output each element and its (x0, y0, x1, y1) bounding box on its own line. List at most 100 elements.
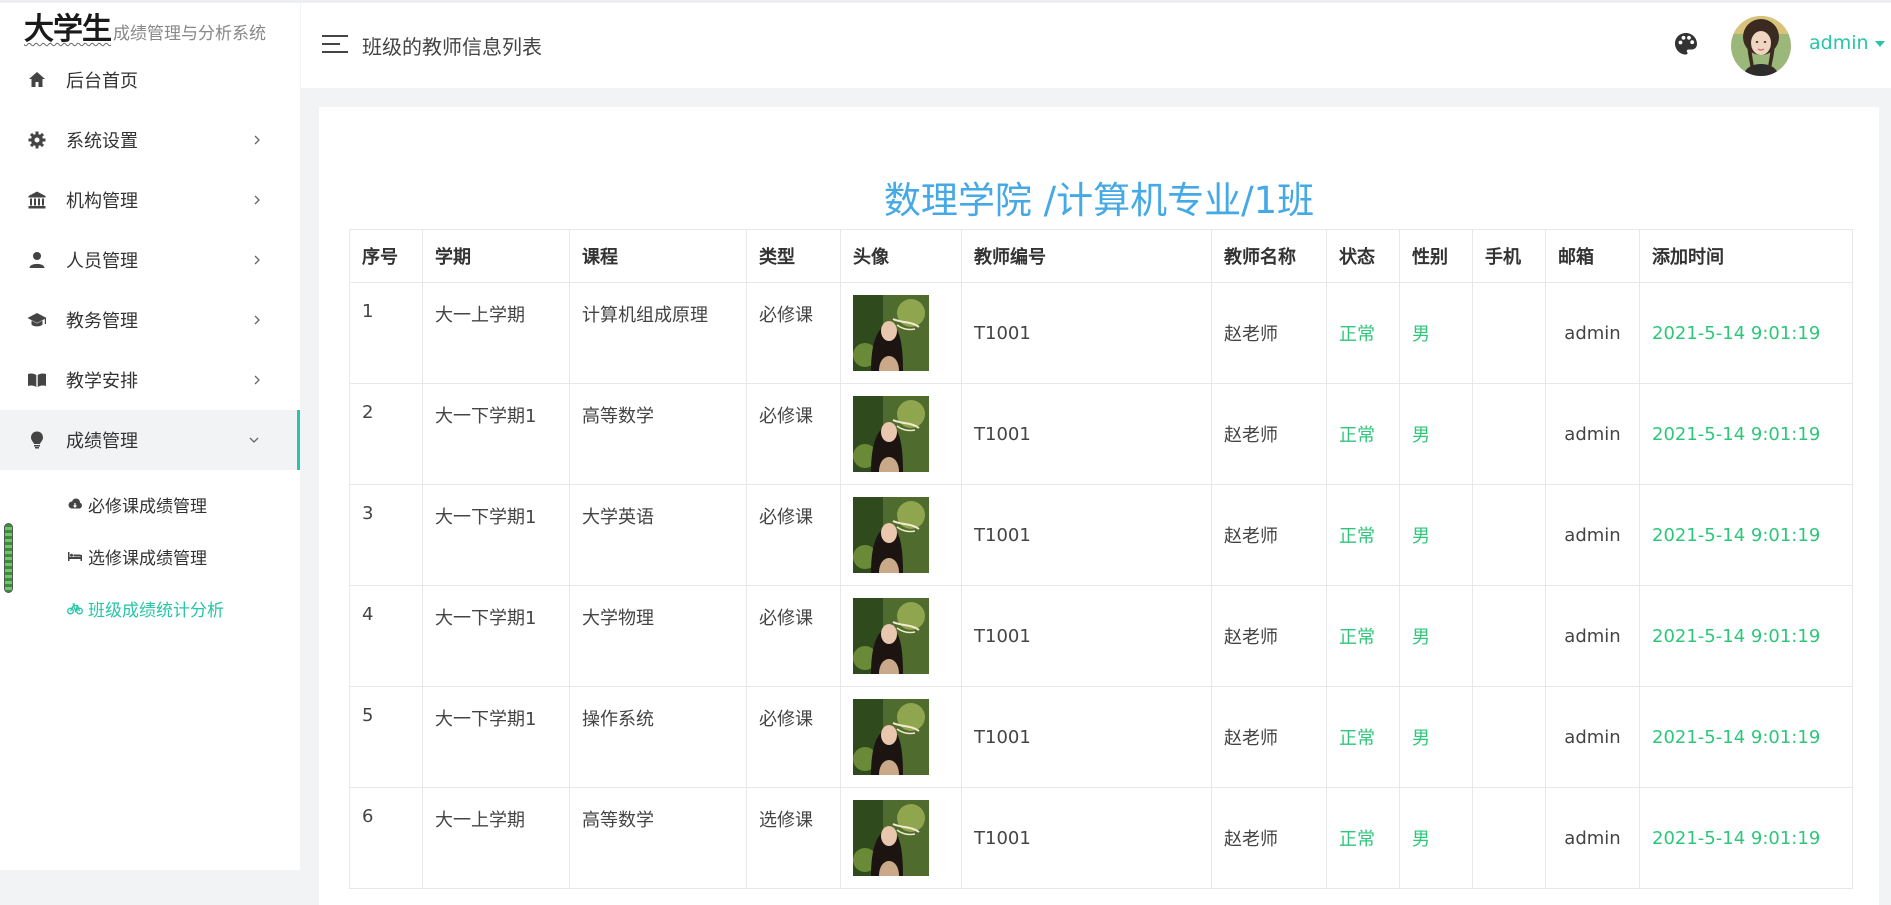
column-header[interactable]: 邮箱 (1545, 229, 1640, 283)
column-header[interactable]: 课程 (569, 229, 747, 283)
lightbulb-icon (26, 429, 48, 451)
cell-avatar (840, 686, 962, 788)
cell-avatar (840, 282, 962, 384)
cell-added-time: 2021-5-14 9:01:19 (1639, 585, 1853, 687)
cell-gender: 男 (1399, 686, 1473, 788)
teacher-table-wrapper: 序号 学期 课程 类型 头像 教师编号 教师名称 状态 性别 手机 邮箱 添加时… (349, 229, 1853, 889)
cell-status: 正常 (1326, 383, 1400, 485)
brand-title: 大学生 (24, 12, 112, 47)
cell-type: 选修课 (746, 787, 841, 889)
cell-email: admin (1545, 484, 1640, 586)
cell-teacher-id: T1001 (961, 282, 1212, 384)
table-row[interactable]: 4 大一下学期1 大学物理 必修课 T1001 赵老师 正常 男 admin 2… (349, 585, 1853, 687)
user-menu-dropdown[interactable]: admin (1809, 32, 1885, 54)
table-body: 1 大一上学期 计算机组成原理 必修课 T1001 赵老师 正常 男 admin… (349, 282, 1853, 889)
cell-phone (1472, 787, 1546, 889)
cell-status: 正常 (1326, 585, 1400, 687)
teacher-avatar-image[interactable] (853, 800, 929, 876)
column-header[interactable]: 序号 (349, 229, 423, 283)
column-header[interactable]: 学期 (422, 229, 570, 283)
table-header-row: 序号 学期 课程 类型 头像 教师编号 教师名称 状态 性别 手机 邮箱 添加时… (349, 229, 1853, 283)
cell-email: admin (1545, 383, 1640, 485)
teacher-avatar-image[interactable] (853, 699, 929, 775)
sidebar-item-personnel[interactable]: 人员管理 (0, 230, 300, 290)
cell-email: admin (1545, 787, 1640, 889)
cell-teacher-name: 赵老师 (1211, 282, 1327, 384)
gear-icon (26, 129, 48, 151)
sidebar-scrollbar[interactable] (4, 523, 13, 593)
cell-email: admin (1545, 585, 1640, 687)
cell-teacher-name: 赵老师 (1211, 686, 1327, 788)
teacher-avatar-image[interactable] (853, 497, 929, 573)
table-row[interactable]: 1 大一上学期 计算机组成原理 必修课 T1001 赵老师 正常 男 admin… (349, 282, 1853, 384)
table-row[interactable]: 3 大一下学期1 大学英语 必修课 T1001 赵老师 正常 男 admin 2… (349, 484, 1853, 586)
column-header[interactable]: 教师名称 (1211, 229, 1327, 283)
cell-avatar (840, 787, 962, 889)
cell-teacher-name: 赵老师 (1211, 383, 1327, 485)
sidebar-item-label: 后台首页 (66, 71, 138, 92)
cell-teacher-id: T1001 (961, 686, 1212, 788)
brand-subtitle: 成绩管理与分析系统 (113, 24, 266, 44)
cell-course: 大学英语 (569, 484, 747, 586)
cell-added-time: 2021-5-14 9:01:19 (1639, 484, 1853, 586)
sidebar-item-home[interactable]: 后台首页 (0, 50, 300, 110)
submenu-item-class-grade-analysis[interactable]: 班级成绩统计分析 (0, 582, 300, 634)
cell-gender: 男 (1399, 585, 1473, 687)
submenu-item-label: 班级成绩统计分析 (88, 600, 224, 621)
cell-status: 正常 (1326, 686, 1400, 788)
cell-teacher-id: T1001 (961, 585, 1212, 687)
cell-term: 大一上学期 (422, 282, 570, 384)
cell-status: 正常 (1326, 787, 1400, 889)
column-header[interactable]: 头像 (840, 229, 962, 283)
teacher-avatar-image[interactable] (853, 396, 929, 472)
caret-down-icon (1874, 40, 1885, 47)
column-header[interactable]: 状态 (1326, 229, 1400, 283)
column-header[interactable]: 类型 (746, 229, 841, 283)
palette-icon[interactable] (1673, 31, 1699, 57)
cell-phone (1472, 585, 1546, 687)
cell-email: admin (1545, 282, 1640, 384)
cell-no: 5 (349, 686, 423, 788)
bank-icon (26, 189, 48, 211)
cell-course: 计算机组成原理 (569, 282, 747, 384)
sidebar-item-organization[interactable]: 机构管理 (0, 170, 300, 230)
table-row[interactable]: 2 大一下学期1 高等数学 必修课 T1001 赵老师 正常 男 admin 2… (349, 383, 1853, 485)
graduation-cap-icon (26, 309, 48, 331)
brand-logo[interactable]: 大学生 成绩管理与分析系统 (24, 4, 266, 48)
sidebar-item-label: 教学安排 (66, 371, 138, 392)
page-title: 班级的教师信息列表 (362, 35, 542, 59)
teacher-avatar-image[interactable] (853, 598, 929, 674)
content-card: 数理学院 /计算机专业/1班 序号 学期 课程 类型 头像 教师编号 教师名称 … (319, 107, 1879, 905)
column-header[interactable]: 添加时间 (1639, 229, 1853, 283)
cell-avatar (840, 484, 962, 586)
column-header[interactable]: 性别 (1399, 229, 1473, 283)
cell-gender: 男 (1399, 282, 1473, 384)
grade-management-submenu: 必修课成绩管理 选修课成绩管理 班级成绩统计分析 (0, 478, 300, 634)
column-header[interactable]: 教师编号 (961, 229, 1212, 283)
cell-teacher-id: T1001 (961, 484, 1212, 586)
table-row[interactable]: 6 大一上学期 高等数学 选修课 T1001 赵老师 正常 男 admin 20… (349, 787, 1853, 889)
avatar[interactable] (1731, 16, 1791, 76)
cell-type: 必修课 (746, 383, 841, 485)
menu-toggle-icon[interactable] (322, 35, 348, 55)
cell-type: 必修课 (746, 686, 841, 788)
home-icon (26, 69, 48, 91)
cell-term: 大一下学期1 (422, 383, 570, 485)
teacher-avatar-image[interactable] (853, 295, 929, 371)
sidebar-item-grade-management[interactable]: 成绩管理 (0, 410, 300, 470)
sidebar-item-label: 机构管理 (66, 191, 138, 212)
book-icon (26, 369, 48, 391)
submenu-item-required-grades[interactable]: 必修课成绩管理 (0, 478, 300, 530)
submenu-item-label: 必修课成绩管理 (88, 496, 207, 517)
sidebar-item-teaching-schedule[interactable]: 教学安排 (0, 350, 300, 410)
sidebar-item-system-settings[interactable]: 系统设置 (0, 110, 300, 170)
top-header: 班级的教师信息列表 admin (301, 3, 1891, 88)
table-row[interactable]: 5 大一下学期1 操作系统 必修课 T1001 赵老师 正常 男 admin 2… (349, 686, 1853, 788)
column-header[interactable]: 手机 (1472, 229, 1546, 283)
cell-no: 1 (349, 282, 423, 384)
sidebar-item-academic-affairs[interactable]: 教务管理 (0, 290, 300, 350)
cell-term: 大一上学期 (422, 787, 570, 889)
bicycle-icon (66, 599, 84, 617)
sidebar-footer (0, 870, 300, 905)
submenu-item-elective-grades[interactable]: 选修课成绩管理 (0, 530, 300, 582)
